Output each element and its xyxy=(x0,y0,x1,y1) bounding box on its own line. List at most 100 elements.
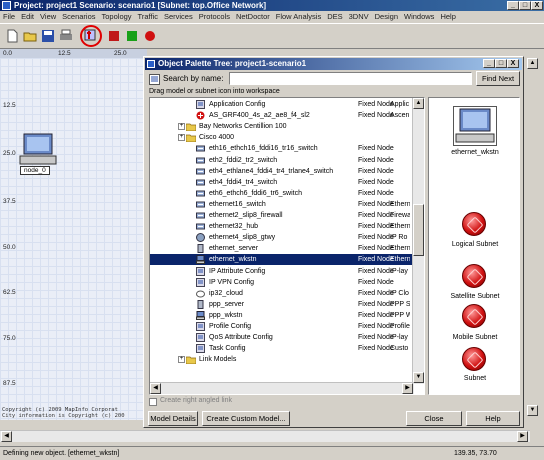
minimize-button[interactable]: _ xyxy=(507,1,519,10)
dialog-title: Object Palette Tree: project1-scenario1 xyxy=(158,59,307,68)
tree-scroll-thumb[interactable] xyxy=(413,204,424,256)
tree-item[interactable]: + Link Models xyxy=(150,354,412,365)
search-input[interactable] xyxy=(229,72,472,85)
scroll-down-button[interactable]: ▼ xyxy=(527,405,538,416)
right-angle-link-checkbox[interactable] xyxy=(149,398,157,406)
tree-item[interactable]: ethernet2_slip8_firewall Fixed Node Firewa xyxy=(150,210,412,221)
ruler-label: 12.5 xyxy=(3,102,16,109)
tree-item-description: Ethern xyxy=(390,223,410,231)
tree-vscrollbar[interactable]: ▲ ▼ xyxy=(412,98,424,384)
config-icon xyxy=(196,277,205,287)
app-title: Project: project1 Scenario: scenario1 [S… xyxy=(14,1,267,10)
toolbar-button-red[interactable] xyxy=(106,28,122,44)
tree-scroll-down[interactable]: ▼ xyxy=(413,372,424,383)
tree-item[interactable]: ethernet4_slip8_gtwy Fixed Node IP Ro xyxy=(150,232,412,243)
dialog-minimize-button[interactable]: _ xyxy=(483,59,495,68)
menu-traffic[interactable]: Traffic xyxy=(138,12,158,21)
network-workspace[interactable]: 12.5 25.0 37.5 50.0 62.5 75.0 87.5 node_… xyxy=(0,58,147,420)
tree-item[interactable]: QoS Attribute Config Fixed Node IP-lay xyxy=(150,332,412,343)
create-custom-model-button[interactable]: Create Custom Model... xyxy=(202,411,290,426)
mobile-subnet-icon[interactable] xyxy=(462,304,486,328)
menu-protocols[interactable]: Protocols xyxy=(199,12,230,21)
menu-file[interactable]: File xyxy=(3,12,15,21)
tree-item-type: Fixed Node xyxy=(358,212,394,219)
tree-item[interactable]: eth4_ethlane4_fddi4_tr4_trlane4_switch Fi… xyxy=(150,166,412,177)
menu-3dnv[interactable]: 3DNV xyxy=(349,12,369,21)
tree-item[interactable]: ethernet16_switch Fixed Node Ethern xyxy=(150,199,412,210)
tree-item-name: Cisco 4000 xyxy=(199,134,235,142)
tree-hscrollbar[interactable]: ◀ ▶ xyxy=(150,382,414,394)
dialog-title-bar: Object Palette Tree: project1-scenario1 … xyxy=(145,58,522,70)
menu-topology[interactable]: Topology xyxy=(102,12,132,21)
tree-item-description: Applic xyxy=(390,101,410,108)
help-button[interactable]: Help xyxy=(466,411,520,426)
menu-edit[interactable]: Edit xyxy=(21,12,34,21)
tree-item[interactable]: Profile Config Fixed Node Profile xyxy=(150,321,412,332)
logical-subnet-icon[interactable] xyxy=(462,212,486,236)
scroll-left-button[interactable]: ◀ xyxy=(1,431,12,442)
model-details-button[interactable]: Model Details xyxy=(148,411,198,426)
status-bar: Defining new object. [ethernet_wkstn] 13… xyxy=(0,446,544,460)
tree-item-type: Fixed Node xyxy=(358,189,394,197)
print-button[interactable] xyxy=(58,28,74,44)
close-dialog-button[interactable]: Close xyxy=(406,411,462,426)
tree-item[interactable]: eth2_fddi2_tr2_switch Fixed Node xyxy=(150,155,412,166)
expand-toggle[interactable]: + xyxy=(178,356,185,364)
toolbar-button-stop[interactable] xyxy=(142,28,158,44)
tree-scroll-right[interactable]: ▶ xyxy=(402,383,413,394)
menu-des[interactable]: DES xyxy=(327,12,342,21)
menu-help[interactable]: Help xyxy=(440,12,455,21)
tree-item-type: Fixed Node xyxy=(358,323,394,330)
menu-scenarios[interactable]: Scenarios xyxy=(62,12,95,21)
menu-netdoctor[interactable]: NetDoctor xyxy=(236,12,270,21)
expand-toggle[interactable]: + xyxy=(178,123,185,131)
tree-item[interactable]: eth6_ethch6_fddi6_tr6_switch Fixed Node xyxy=(150,188,412,199)
dialog-close-button[interactable]: X xyxy=(507,59,519,68)
tree-item[interactable]: + Bay Networks Centillion 100 xyxy=(150,121,412,132)
menu-services[interactable]: Services xyxy=(164,12,193,21)
menu-design[interactable]: Design xyxy=(375,12,398,21)
config-icon xyxy=(196,322,205,331)
tree-item[interactable]: IP VPN Config Fixed Node xyxy=(150,277,412,288)
workspace-hscrollbar[interactable]: ◀ ▶ xyxy=(0,430,530,442)
scroll-up-button[interactable]: ▲ xyxy=(527,58,538,69)
node-0[interactable]: node_0 xyxy=(18,132,58,176)
menu-flow-analysis[interactable]: Flow Analysis xyxy=(276,12,321,21)
tree-item[interactable]: Application Config Fixed Node Applic xyxy=(150,99,412,110)
satellite-subnet-icon[interactable] xyxy=(462,264,486,288)
tree-scroll-up[interactable]: ▲ xyxy=(413,98,424,109)
tree-item[interactable]: ethernet_wkstn Fixed Node Ethern xyxy=(150,254,412,266)
new-file-button[interactable] xyxy=(4,28,20,44)
switch-icon xyxy=(196,200,205,209)
maximize-button[interactable]: □ xyxy=(519,1,531,10)
tree-item[interactable]: AS_GRF400_4s_a2_ae8_f4_sl2 Fixed Node Asce… xyxy=(150,110,412,121)
tree-item[interactable]: Task Config Fixed Node Custo xyxy=(150,343,412,354)
find-next-button[interactable]: Find Next xyxy=(476,71,520,86)
tree-item[interactable]: IP Attribute Config Fixed Node IP-lay xyxy=(150,266,412,277)
dialog-maximize-button[interactable]: □ xyxy=(495,59,507,68)
tree-item-name: eth6_ethch6_fddi6_tr6_switch xyxy=(209,189,303,197)
scroll-right-button[interactable]: ▶ xyxy=(517,431,528,442)
close-button[interactable]: X xyxy=(531,1,543,10)
tree-item[interactable]: eth4_fddi4_tr4_switch Fixed Node xyxy=(150,177,412,188)
open-button[interactable] xyxy=(22,28,38,44)
tree-item[interactable]: eth16_ethch16_fddi16_tr16_switch Fixed No… xyxy=(150,143,412,154)
save-button[interactable] xyxy=(40,28,56,44)
ruler-label: 50.0 xyxy=(3,244,16,251)
preview-selected[interactable] xyxy=(453,106,497,146)
palette-tree[interactable]: Application Config Fixed Node Applic AS_GRF… xyxy=(149,97,425,395)
tree-item[interactable]: ppp_wkstn Fixed NodePPP W xyxy=(150,310,412,321)
subnet-icon[interactable] xyxy=(462,347,486,371)
expand-toggle[interactable]: + xyxy=(178,134,185,142)
menu-windows[interactable]: Windows xyxy=(404,12,434,21)
tree-item[interactable]: ethernet_server Fixed Node Ethern xyxy=(150,243,412,254)
toolbar-button-green[interactable] xyxy=(124,28,140,44)
menu-view[interactable]: View xyxy=(40,12,56,21)
tree-scroll-left[interactable]: ◀ xyxy=(150,383,161,394)
tree-item-type: Fixed Node xyxy=(358,234,394,242)
tree-item[interactable]: ppp_server Fixed Node PPP S xyxy=(150,299,412,310)
tree-item[interactable]: ethernet32_hub Fixed Node Ethern xyxy=(150,221,412,232)
tree-item[interactable]: + Cisco 4000 xyxy=(150,132,412,143)
object-palette-button[interactable] xyxy=(80,25,102,47)
tree-item[interactable]: ip32_cloud Fixed Node IP Clo xyxy=(150,288,412,299)
